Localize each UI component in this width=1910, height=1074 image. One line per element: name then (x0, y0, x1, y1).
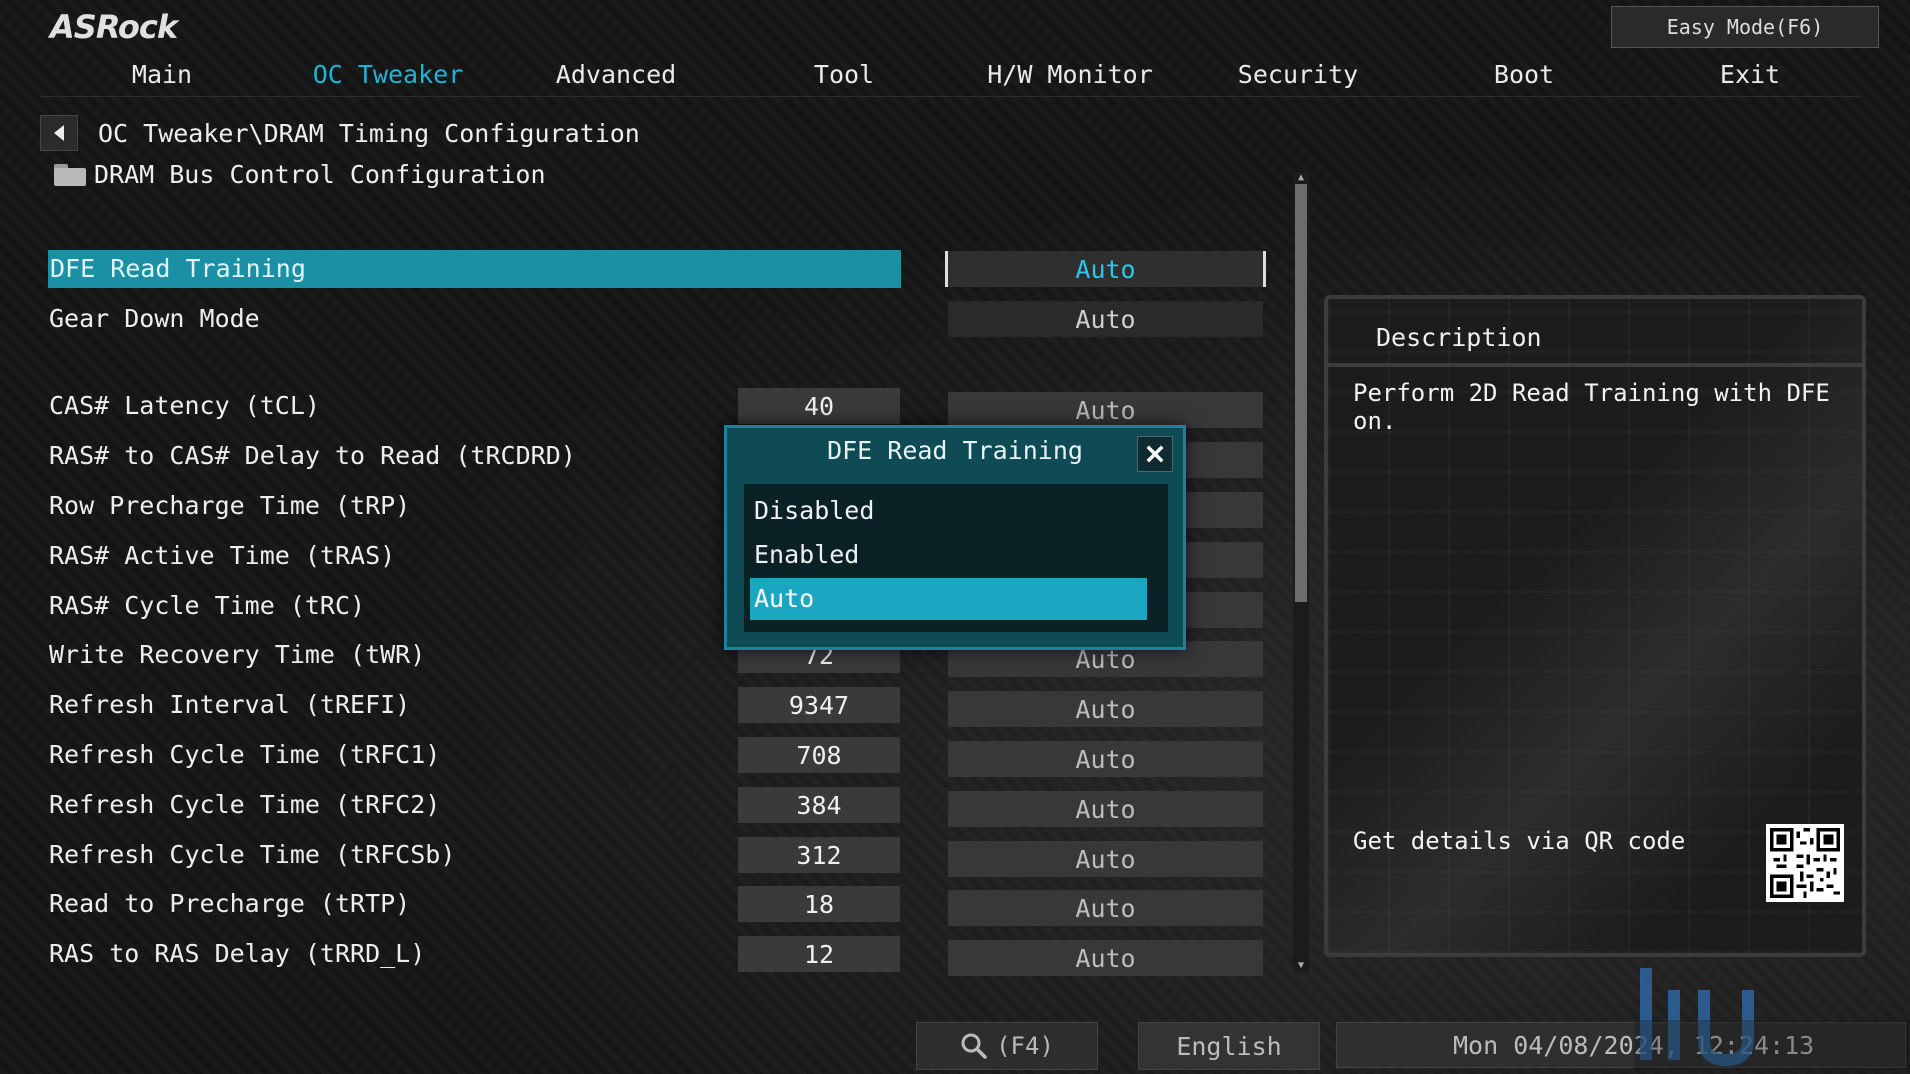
setting-trtp-value: 18 (738, 886, 900, 922)
back-arrow-icon (54, 125, 64, 141)
dfe-read-training-dialog: DFE Read Training Disabled Enabled Auto (724, 425, 1186, 650)
tab-advanced[interactable]: Advanced (556, 60, 676, 89)
setting-trfc2-value: 384 (738, 787, 900, 823)
breadcrumb-path: OC Tweaker\DRAM Timing Configuration (98, 118, 640, 148)
asrock-logo: ASRock (50, 8, 178, 46)
setting-trfcsb[interactable]: Refresh Cycle Time (tRFCSb) (49, 836, 455, 874)
setting-dfe-read-training-option[interactable]: Auto (945, 251, 1266, 287)
breadcrumb: OC Tweaker\DRAM Timing Configuration (40, 115, 640, 151)
description-title: Description (1376, 323, 1542, 352)
easy-mode-button[interactable]: Easy Mode(F6) (1611, 6, 1879, 48)
setting-trtp[interactable]: Read to Precharge (tRTP) (49, 885, 410, 923)
setting-gear-down-mode-option[interactable]: Auto (948, 301, 1263, 337)
setting-trrd-l[interactable]: RAS to RAS Delay (tRRD_L) (49, 935, 425, 973)
setting-trefi[interactable]: Refresh Interval (tREFI) (49, 686, 410, 724)
setting-trcdrd[interactable]: RAS# to CAS# Delay to Read (tRCDRD) (49, 437, 576, 475)
setting-cas-latency-option[interactable]: Auto (948, 392, 1263, 428)
watermark-logo-icon (1634, 968, 1910, 1070)
setting-trrd-l-value: 12 (738, 936, 900, 972)
setting-trtp-option[interactable]: Auto (948, 890, 1263, 926)
option-disabled[interactable]: Disabled (750, 490, 1147, 532)
main-nav: Main OC Tweaker Advanced Tool H/W Monito… (40, 56, 1860, 97)
setting-trefi-value: 9347 (738, 687, 900, 723)
close-icon[interactable] (1137, 436, 1173, 472)
setting-trfc1-value: 708 (738, 737, 900, 773)
setting-trc[interactable]: RAS# Cycle Time (tRC) (49, 587, 365, 625)
scroll-up-icon[interactable]: ▲ (1293, 172, 1309, 184)
qr-code-icon (1766, 824, 1844, 902)
scroll-thumb[interactable] (1295, 184, 1307, 602)
setting-trfc2-option[interactable]: Auto (948, 791, 1263, 827)
dialog-title: DFE Read Training (827, 436, 1083, 465)
dialog-options-list: Disabled Enabled Auto (744, 484, 1168, 632)
setting-trfc1[interactable]: Refresh Cycle Time (tRFC1) (49, 736, 440, 774)
search-shortcut: (F4) (996, 1032, 1054, 1060)
setting-cas-latency-value: 40 (738, 388, 900, 424)
description-divider (1328, 363, 1862, 367)
option-auto[interactable]: Auto (750, 578, 1147, 620)
setting-trfc2[interactable]: Refresh Cycle Time (tRFC2) (49, 786, 440, 824)
setting-dfe-read-training[interactable]: DFE Read Training (48, 250, 901, 288)
language-button[interactable]: English (1138, 1022, 1320, 1070)
setting-gear-down-mode[interactable]: Gear Down Mode (49, 300, 260, 338)
subsection-dram-bus-control[interactable]: DRAM Bus Control Configuration (54, 160, 546, 189)
back-button[interactable] (40, 115, 78, 151)
tab-exit[interactable]: Exit (1720, 60, 1780, 89)
description-panel: Description Perform 2D Read Training wit… (1324, 295, 1866, 957)
setting-tras[interactable]: RAS# Active Time (tRAS) (49, 537, 395, 575)
description-text: Perform 2D Read Training with DFE on. (1353, 379, 1830, 435)
search-icon (961, 1033, 987, 1059)
setting-twr[interactable]: Write Recovery Time (tWR) (49, 636, 425, 674)
settings-scrollbar[interactable]: ▲ ▼ (1293, 172, 1309, 972)
tab-boot[interactable]: Boot (1494, 60, 1554, 89)
tab-main[interactable]: Main (132, 60, 192, 89)
setting-trfc1-option[interactable]: Auto (948, 741, 1263, 777)
subsection-label: DRAM Bus Control Configuration (94, 160, 546, 189)
tab-tool[interactable]: Tool (814, 60, 874, 89)
folder-icon (54, 163, 86, 186)
search-button[interactable]: (F4) (916, 1022, 1098, 1070)
tab-hw-monitor[interactable]: H/W Monitor (987, 60, 1153, 89)
footer-bar: (F4) English Mon 04/08/2024, 12:24:13 (0, 1010, 1910, 1074)
tab-security[interactable]: Security (1238, 60, 1358, 89)
tab-oc-tweaker[interactable]: OC Tweaker (313, 60, 464, 89)
qr-label: Get details via QR code (1353, 827, 1686, 855)
setting-trfcsb-value: 312 (738, 837, 900, 873)
scroll-down-icon[interactable]: ▼ (1293, 960, 1309, 972)
option-enabled[interactable]: Enabled (750, 534, 1147, 576)
setting-trefi-option[interactable]: Auto (948, 691, 1263, 727)
setting-trfcsb-option[interactable]: Auto (948, 841, 1263, 877)
setting-trp[interactable]: Row Precharge Time (tRP) (49, 487, 410, 525)
setting-cas-latency[interactable]: CAS# Latency (tCL) (49, 387, 320, 425)
setting-trrd-l-option[interactable]: Auto (948, 940, 1263, 976)
